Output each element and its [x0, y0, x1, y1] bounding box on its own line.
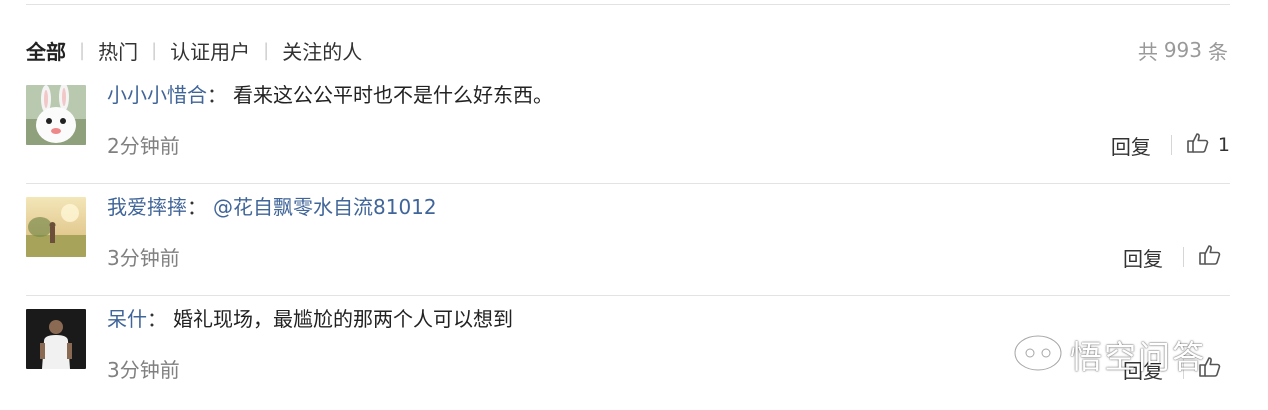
tab-separator: |: [79, 39, 86, 61]
tab-following[interactable]: 关注的人: [282, 36, 362, 65]
tab-all[interactable]: 全部: [26, 36, 66, 65]
top-divider: [26, 4, 1230, 5]
like-button[interactable]: 1: [1186, 131, 1230, 159]
comment-actions: 回复 1: [1111, 130, 1230, 160]
comment-item: 小小小惜合 ： 看来这公公平时也不是什么好东西。 2分钟前 回复 1: [26, 72, 1230, 184]
total-number: 993: [1163, 38, 1202, 62]
comment-mention-link[interactable]: @花自飘零水自流81012: [213, 191, 437, 220]
reply-button[interactable]: 回复: [1111, 131, 1151, 160]
white-rabbit-avatar[interactable]: [26, 85, 86, 145]
sunset-field-avatar[interactable]: [26, 197, 86, 257]
comment-timestamp: 2分钟前: [107, 134, 180, 158]
watermark-text: 悟空问答: [1070, 338, 1207, 376]
comment-timestamp: 3分钟前: [107, 246, 180, 270]
comment-colon: ：: [147, 306, 167, 331]
comment-text-line: 我爱摔摔 ： @花自飘零水自流81012: [107, 190, 437, 220]
comment-content: 看来这公公平时也不是什么好东西。: [233, 82, 553, 107]
thumbs-up-icon: [1198, 243, 1222, 271]
tab-verified-users[interactable]: 认证用户: [170, 36, 250, 65]
comment-username[interactable]: 小小小惜合: [107, 79, 207, 108]
comment-text-line: 小小小惜合 ： 看来这公公平时也不是什么好东西。: [107, 78, 553, 108]
comment-username[interactable]: 我爱摔摔: [107, 191, 187, 220]
comment-total-count: 共 993 条: [1138, 34, 1228, 66]
action-separator: [1183, 247, 1184, 267]
person-photo-avatar[interactable]: [26, 309, 86, 369]
comment-username[interactable]: 呆什: [107, 303, 147, 332]
comment-actions: 回复: [1123, 242, 1230, 272]
reply-button[interactable]: 回复: [1123, 243, 1163, 272]
wukong-watermark: 悟空问答: [1012, 332, 1206, 378]
tab-separator: |: [151, 39, 158, 61]
action-separator: [1170, 135, 1172, 155]
thumbs-up-icon: [1186, 131, 1210, 159]
wukong-logo-icon: [1012, 333, 1064, 377]
like-count: 1: [1217, 134, 1230, 156]
total-prefix: 共: [1137, 39, 1158, 64]
comment-colon: ：: [187, 194, 207, 219]
comment-timestamp: 3分钟前: [107, 358, 180, 382]
tab-hot[interactable]: 热门: [98, 36, 138, 65]
comment-content: 婚礼现场，最尴尬的那两个人可以想到: [173, 306, 513, 331]
comment-filter-bar: 全部 | 热门 | 认证用户 | 关注的人: [26, 34, 362, 66]
like-button[interactable]: [1198, 243, 1230, 271]
total-suffix: 条: [1208, 39, 1228, 64]
comment-colon: ：: [207, 82, 227, 107]
tab-separator: |: [263, 39, 270, 61]
comment-item: 我爱摔摔 ： @花自飘零水自流81012 3分钟前 回复: [26, 184, 1230, 296]
comment-text-line: 呆什 ： 婚礼现场，最尴尬的那两个人可以想到: [107, 302, 513, 332]
